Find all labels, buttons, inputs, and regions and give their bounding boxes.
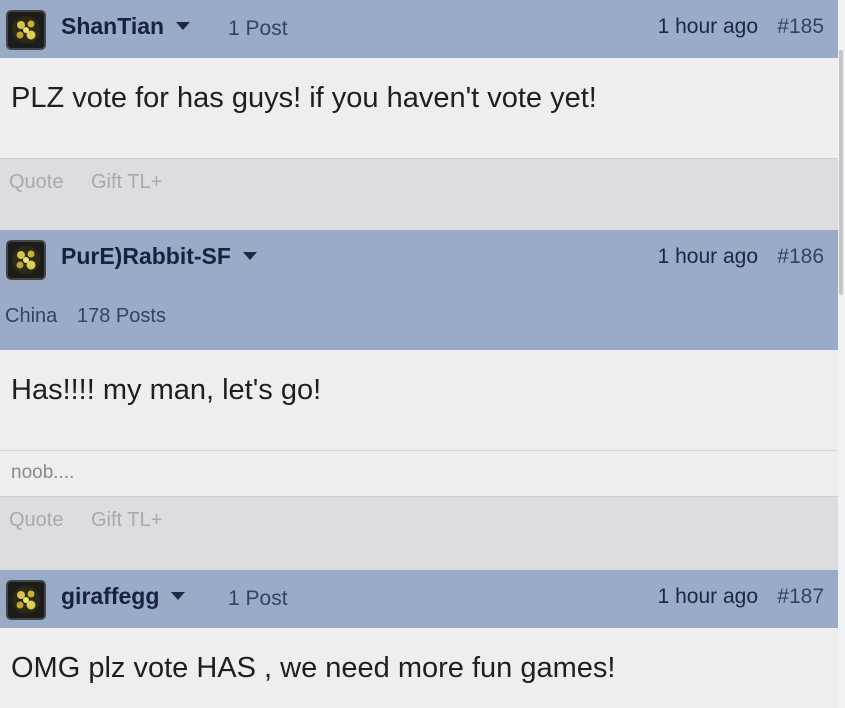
zerg-avatar-icon[interactable] xyxy=(6,10,46,50)
forum-thread: ShanTian 1 Post 1 hour ago #185 PLZ vote… xyxy=(0,0,845,708)
post-text: Has!!!! my man, let's go! xyxy=(11,374,322,406)
gift-tl-button[interactable]: Gift TL+ xyxy=(91,171,162,194)
post-count: 1 Post xyxy=(228,17,288,40)
post-time: 1 hour ago xyxy=(657,585,758,608)
signature-text: noob.... xyxy=(11,462,75,483)
post-subheader: China 178 Posts xyxy=(0,288,838,350)
post-footer: Quote Gift TL+ xyxy=(0,158,838,230)
zerg-avatar-icon[interactable] xyxy=(6,580,46,620)
gift-tl-button[interactable]: Gift TL+ xyxy=(91,509,162,532)
scrollbar-thumb[interactable] xyxy=(839,50,843,295)
post-text: OMG plz vote HAS , we need more fun game… xyxy=(11,652,616,684)
post-header: PurE)Rabbit-SF 1 hour ago #186 xyxy=(0,230,838,288)
post-time: 1 hour ago xyxy=(657,15,758,38)
caret-down-icon[interactable] xyxy=(171,591,186,600)
post-number[interactable]: #187 xyxy=(777,585,824,609)
post-count: 178 Posts xyxy=(77,305,166,327)
quote-button[interactable]: Quote xyxy=(9,509,63,532)
username[interactable]: giraffegg xyxy=(61,583,186,610)
caret-down-icon[interactable] xyxy=(176,21,191,30)
caret-down-icon[interactable] xyxy=(242,251,257,260)
post-signature: noob.... xyxy=(0,450,838,496)
post-number[interactable]: #185 xyxy=(777,15,824,39)
quote-button[interactable]: Quote xyxy=(9,171,63,194)
post-count: 1 Post xyxy=(228,587,288,610)
post-header: ShanTian 1 Post 1 hour ago #185 xyxy=(0,0,838,58)
post-body: PLZ vote for has guys! if you haven't vo… xyxy=(0,58,838,158)
zerg-avatar-icon[interactable] xyxy=(6,240,46,280)
post-number[interactable]: #186 xyxy=(777,245,824,269)
username[interactable]: ShanTian xyxy=(61,13,191,40)
post-text: PLZ vote for has guys! if you haven't vo… xyxy=(11,82,597,114)
post-footer: Quote Gift TL+ xyxy=(0,496,838,570)
username[interactable]: PurE)Rabbit-SF xyxy=(61,243,257,270)
post-body: OMG plz vote HAS , we need more fun game… xyxy=(0,628,838,708)
post-header: giraffegg 1 Post 1 hour ago #187 xyxy=(0,570,838,628)
post-body: Has!!!! my man, let's go! xyxy=(0,350,838,450)
user-location: China xyxy=(5,305,58,327)
scrollbar[interactable] xyxy=(838,0,845,708)
post-time: 1 hour ago xyxy=(657,245,758,268)
